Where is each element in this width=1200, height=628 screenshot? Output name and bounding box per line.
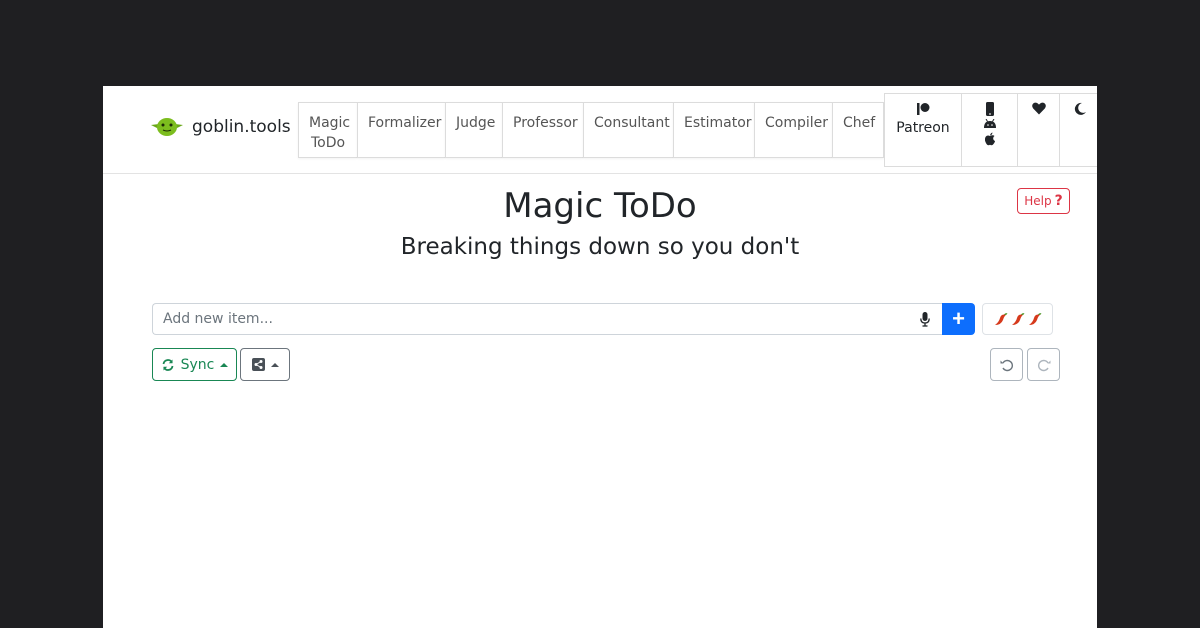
tool-tabs: Magic ToDo Formalizer Judge Professor Co… [298, 102, 884, 158]
sync-button[interactable]: Sync [152, 348, 237, 381]
patreon-link[interactable]: Patreon [884, 93, 961, 167]
microphone-icon[interactable] [920, 312, 930, 327]
chili-icon [994, 313, 1007, 325]
brand[interactable]: goblin.tools [150, 116, 291, 138]
sync-label: Sync [180, 356, 215, 373]
help-button[interactable]: Help ? [1017, 188, 1070, 214]
patreon-label: Patreon [896, 120, 950, 136]
tab-label: Judge [456, 115, 496, 131]
apple-icon [984, 132, 995, 146]
mobile-apps-menu[interactable] [961, 93, 1017, 167]
tab-professor[interactable]: Professor [502, 102, 583, 158]
page-title: Magic ToDo [503, 186, 697, 226]
tab-label: Consultant [594, 115, 670, 131]
tab-magic-todo[interactable]: Magic ToDo [298, 102, 357, 158]
tab-label: Chef [843, 115, 876, 131]
caret-up-icon [270, 362, 279, 367]
tab-chef[interactable]: Chef [832, 102, 884, 158]
share-icon [251, 358, 265, 371]
share-menu-button[interactable] [240, 348, 290, 381]
tab-judge[interactable]: Judge [445, 102, 502, 158]
undo-button[interactable] [990, 348, 1023, 381]
tab-label: Magic [309, 115, 351, 131]
donate-link[interactable] [1017, 93, 1059, 167]
new-item-input-group: Add new item... + [152, 303, 975, 335]
question-icon: ? [1054, 193, 1063, 209]
tab-formalizer[interactable]: Formalizer [357, 102, 445, 158]
plus-icon: + [952, 306, 965, 331]
heart-icon [1031, 102, 1046, 115]
chili-icon [1011, 313, 1024, 325]
navbar: goblin.tools Magic ToDo Formalizer Judge… [103, 86, 1097, 174]
page-subtitle: Breaking things down so you don't [400, 234, 800, 260]
tab-label: Compiler [765, 115, 829, 131]
android-icon [983, 119, 996, 128]
add-item-button[interactable]: + [942, 303, 975, 335]
new-item-input[interactable]: Add new item... [152, 303, 942, 335]
tab-compiler[interactable]: Compiler [754, 102, 832, 158]
moon-icon [1074, 102, 1086, 115]
goblin-logo-icon [151, 118, 183, 136]
help-label: Help [1024, 194, 1052, 208]
chili-icon [1028, 313, 1041, 325]
new-item-placeholder: Add new item... [163, 311, 273, 327]
tab-consultant[interactable]: Consultant [583, 102, 673, 158]
redo-button[interactable] [1027, 348, 1060, 381]
tab-label: Formalizer [368, 115, 442, 131]
dark-mode-toggle[interactable] [1059, 93, 1097, 167]
tab-label: Estimator [684, 115, 752, 131]
patreon-icon [917, 103, 930, 115]
tab-label: Professor [513, 115, 578, 131]
sync-icon [162, 358, 174, 371]
tab-label: ToDo [310, 135, 346, 151]
brand-name: goblin.tools [192, 117, 291, 137]
tab-estimator[interactable]: Estimator [673, 102, 754, 158]
nav-actions: Patreon [884, 93, 1097, 167]
undo-icon [1000, 359, 1013, 371]
redo-icon [1037, 359, 1050, 371]
browser-window: goblin.tools Magic ToDo Formalizer Judge… [103, 86, 1097, 628]
mobile-phone-icon [985, 102, 994, 116]
spiciness-button[interactable] [982, 303, 1053, 335]
caret-up-icon [220, 362, 229, 367]
